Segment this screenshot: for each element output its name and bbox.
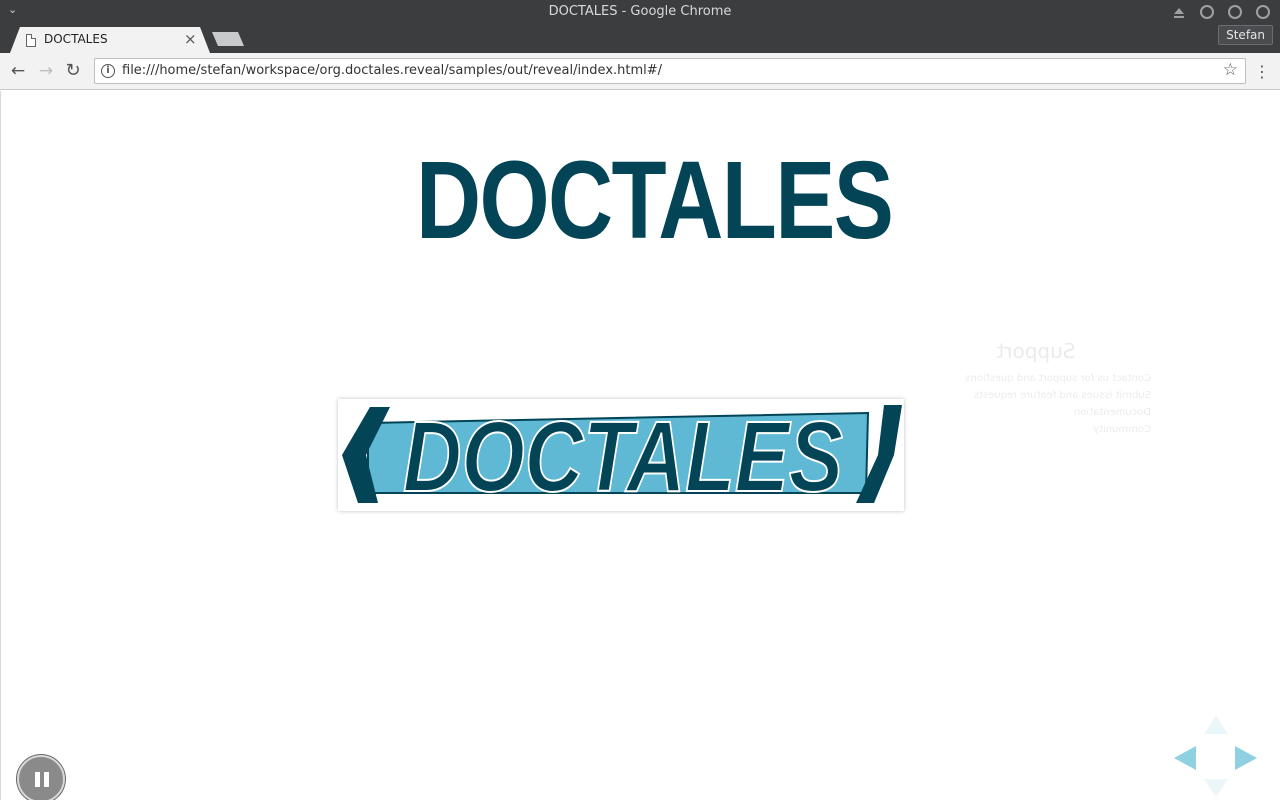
pause-icon-bar	[35, 772, 40, 787]
navigate-right-icon[interactable]	[1235, 746, 1257, 770]
tab-doctales[interactable]: DOCTALES ×	[10, 27, 210, 53]
window-title-bar: ⌄ DOCTALES - Google Chrome	[0, 0, 1280, 25]
slide-navigation-controls	[1171, 711, 1261, 800]
maximize-button[interactable]	[1228, 5, 1242, 19]
pause-icon-bar	[44, 772, 49, 787]
tab-close-icon[interactable]: ×	[184, 30, 197, 48]
url-text[interactable]: file:///home/stefan/workspace/org.doctal…	[122, 63, 662, 78]
forward-button[interactable]: →	[37, 61, 55, 81]
background-slide-line: Community	[1093, 424, 1151, 435]
close-window-button[interactable]	[1256, 5, 1270, 19]
address-bar[interactable]: i file:///home/stefan/workspace/org.doct…	[94, 58, 1246, 84]
back-button[interactable]: ←	[9, 61, 27, 81]
minimize-button[interactable]	[1200, 5, 1214, 19]
slide-headline: DOCTALES	[416, 139, 894, 262]
background-slide-title: Support	[996, 339, 1076, 363]
background-slide-line: Submit issues and feature requests	[973, 390, 1151, 401]
pause-button[interactable]	[17, 755, 65, 800]
background-slide-line: Documentation	[1073, 407, 1151, 418]
navigate-up-icon[interactable]	[1204, 716, 1228, 734]
bookmark-star-icon[interactable]: ☆	[1223, 60, 1238, 80]
navigate-down-icon[interactable]	[1204, 779, 1228, 797]
chrome-menu-icon[interactable]: ⋮	[1254, 62, 1270, 81]
navigate-left-icon[interactable]	[1174, 746, 1196, 770]
background-slide-line: Contact us for support and questions	[965, 373, 1151, 384]
background-slide-preview: Support Contact us for support and quest…	[921, 339, 1151, 519]
doctales-logo: DOCTALES	[338, 399, 904, 511]
new-tab-button[interactable]	[212, 32, 244, 46]
profile-button[interactable]: Stefan	[1218, 25, 1273, 45]
logo-wordmark: DOCTALES	[403, 401, 843, 511]
page-viewport: DOCTALES DOCTALES Support Contact us for…	[0, 91, 1280, 800]
reload-button[interactable]: ↻	[64, 61, 82, 81]
window-controls	[1174, 5, 1270, 19]
document-icon	[26, 34, 36, 47]
info-icon[interactable]: i	[101, 64, 115, 78]
eject-icon[interactable]	[1174, 8, 1184, 18]
tab-title: DOCTALES	[44, 32, 108, 46]
window-title: DOCTALES - Google Chrome	[548, 4, 732, 19]
browser-toolbar: ← → ↻ i file:///home/stefan/workspace/or…	[0, 53, 1280, 90]
tab-strip: DOCTALES × Stefan	[0, 25, 1280, 53]
doctales-logo-graphic: DOCTALES	[342, 400, 902, 511]
